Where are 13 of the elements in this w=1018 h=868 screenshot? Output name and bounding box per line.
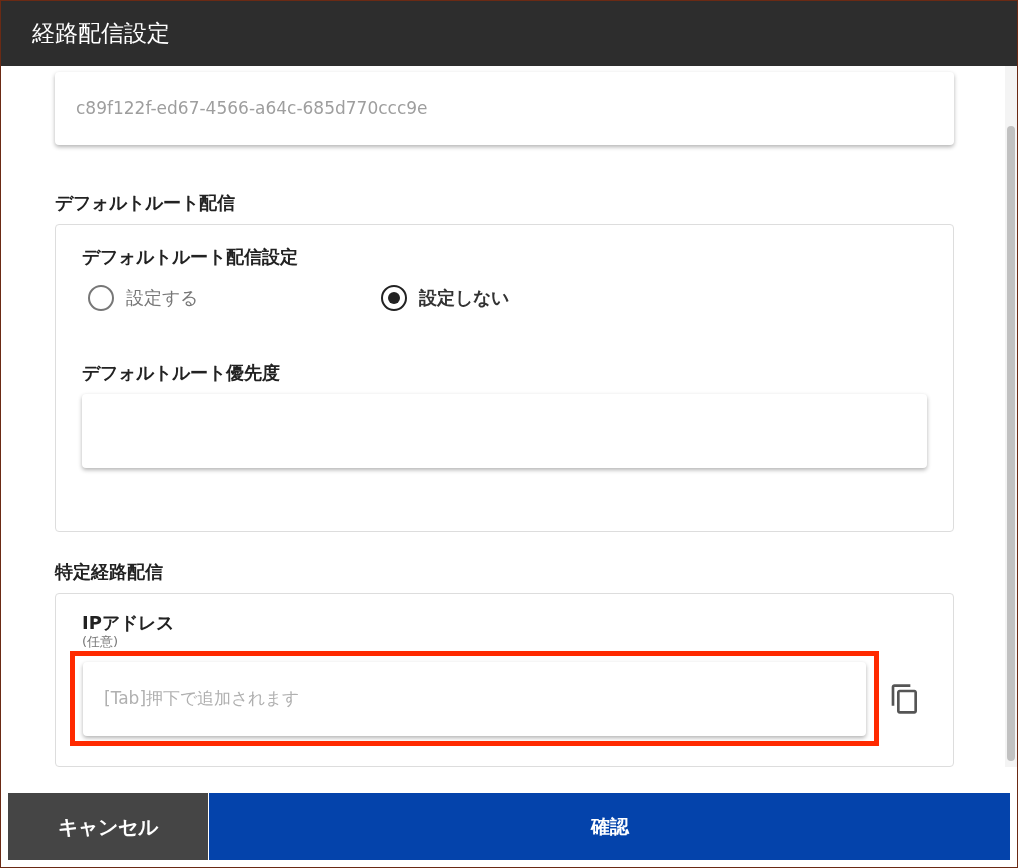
field-label: IPアドレス	[82, 612, 175, 635]
cancel-button[interactable]: キャンセル	[8, 793, 208, 860]
priority-field[interactable]	[82, 394, 927, 469]
confirm-button[interactable]: 確認	[208, 793, 1010, 860]
field-label: デフォルトルート配信設定	[82, 245, 299, 270]
scrollbar[interactable]	[1005, 66, 1017, 767]
window-title: 経路配信設定	[32, 19, 170, 49]
radio-option[interactable]: 設定しない	[375, 284, 668, 312]
optional-note: (任意)	[82, 634, 120, 651]
section-heading: デフォルトルート配信	[55, 191, 236, 216]
radio-option[interactable]: 設定する	[82, 284, 375, 312]
section-heading: 特定経路配信	[55, 560, 164, 585]
field-label: デフォルトルート優先度	[82, 361, 281, 386]
